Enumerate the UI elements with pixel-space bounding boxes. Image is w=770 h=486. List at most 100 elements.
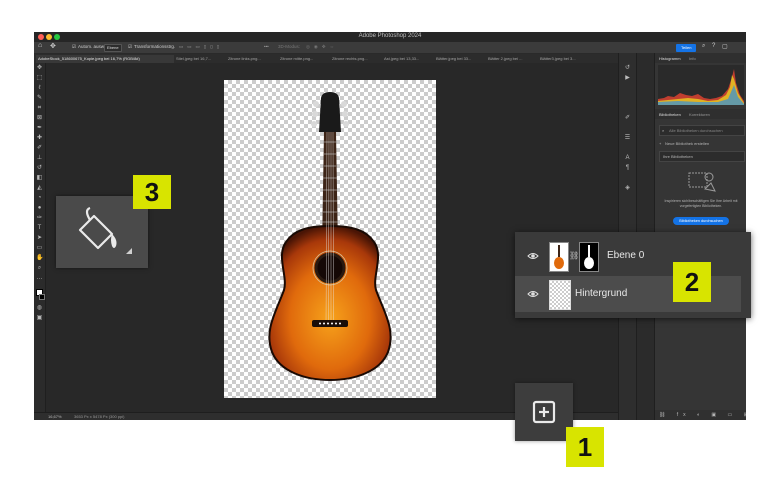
home-icon[interactable]: ⌂	[38, 42, 42, 49]
pen-tool-icon[interactable]: ✑	[36, 215, 43, 221]
tab-document[interactable]: AdobeStock_518600675_Kopie.jpeg bei 16,7…	[36, 55, 174, 63]
layer-name[interactable]: Hintergrund	[575, 288, 627, 299]
tab-histogram[interactable]: Histogramm	[659, 56, 681, 61]
window-title: Adobe Photoshop 2024	[358, 33, 422, 39]
move-tool-icon[interactable]: ✥	[50, 42, 56, 50]
search-icon[interactable]: ⌕	[702, 43, 705, 50]
dodge-tool-icon[interactable]: ●	[36, 205, 43, 211]
plus-icon[interactable]: +	[659, 141, 661, 146]
title-bar: Adobe Photoshop 2024	[34, 32, 746, 42]
histogram-tabs: Histogramm Info	[655, 53, 746, 63]
marquee-tool-icon[interactable]: ⬚	[36, 75, 43, 81]
search-icon: ⌕	[662, 128, 665, 133]
lasso-tool-icon[interactable]: ℓ	[36, 85, 43, 91]
quick-mask-icon[interactable]: ◍	[36, 305, 43, 311]
frame-tool-icon[interactable]: ⊠	[36, 115, 43, 121]
libraries-promo-text: Inspirieren sich/beschäftigen Sie Ihre A…	[664, 199, 738, 208]
eraser-tool-icon[interactable]: ◧	[36, 175, 43, 181]
eyedropper-tool-icon[interactable]: ✒	[36, 125, 43, 131]
badge-2-number: 2	[684, 267, 700, 297]
eye-icon[interactable]	[527, 250, 539, 262]
transform-label: Transformationsstrg.	[134, 44, 176, 49]
badge-1: 1	[566, 427, 604, 467]
layer-thumbnail	[549, 242, 569, 272]
guitar-thumbnail-icon	[554, 245, 564, 269]
badge-1-number: 1	[577, 432, 593, 462]
new-layer-button[interactable]	[515, 383, 573, 441]
document-canvas[interactable]	[224, 80, 436, 398]
layer-footer-icons[interactable]: ⛓ fx ◐ ▣ ▭ ⊞ 🗑	[659, 412, 746, 418]
3d-icons[interactable]: ◎◉✥⇔	[306, 44, 338, 50]
badge-2: 2	[673, 262, 711, 302]
more-tools-icon[interactable]: …	[36, 275, 43, 281]
layers-footer: ⛓ fx ◐ ▣ ▭ ⊞ 🗑	[655, 410, 746, 420]
quick-select-tool-icon[interactable]: ✎	[36, 95, 43, 101]
layer-mask-thumbnail[interactable]	[579, 242, 599, 272]
libraries-illustration-icon	[688, 172, 716, 192]
more-icon[interactable]: •••	[264, 44, 269, 49]
guitar-image	[268, 92, 392, 382]
zoom-tool-icon[interactable]: ⌕	[36, 265, 43, 271]
3d-mode-label: 3D-Modus:	[278, 44, 301, 49]
tab-document[interactable]: Ast.jpeg bei 13,33...	[384, 55, 432, 63]
blur-tool-icon[interactable]: ◔	[36, 195, 43, 201]
move-tool-icon[interactable]: ✥	[36, 65, 43, 71]
shape-tool-icon[interactable]: ▭	[36, 245, 43, 251]
chain-link-icon[interactable]: ⛓	[569, 251, 579, 260]
paint-bucket-tool-icon[interactable]: ◭	[36, 185, 43, 191]
auto-select-checkbox[interactable]: ☑	[72, 44, 76, 50]
share-button[interactable]: Teilen	[676, 44, 697, 52]
libraries-tabs: Bibliotheken Korrekturen	[655, 109, 746, 119]
3d-panel-icon[interactable]: ◈	[624, 185, 631, 191]
tab-document[interactable]: Zitrone rechts.png...	[332, 55, 380, 63]
crop-tool-icon[interactable]: ⌗	[36, 105, 43, 111]
character-icon[interactable]: A	[624, 155, 631, 161]
healing-tool-icon[interactable]: ✚	[36, 135, 43, 141]
tab-document[interactable]: Blätter.jpeg bei 33...	[436, 55, 484, 63]
tab-document[interactable]: Blätter 2.jpeg bei ...	[488, 55, 536, 63]
properties-icon[interactable]: ☰	[624, 135, 631, 141]
badge-3: 3	[133, 175, 171, 209]
tab-libraries[interactable]: Bibliotheken	[659, 112, 681, 117]
transparent-layer-thumbnail	[549, 280, 571, 310]
library-select-value: Ihre Bibliotheken	[663, 154, 693, 159]
tab-document[interactable]: Zitrone mitte.png...	[280, 55, 328, 63]
paragraph-icon[interactable]: ¶	[624, 165, 631, 171]
help-icon[interactable]: ?	[712, 43, 715, 49]
background-color-swatch[interactable]	[39, 294, 45, 300]
hand-tool-icon[interactable]: ✋	[36, 255, 43, 261]
layer-name[interactable]: Ebene 0	[607, 250, 644, 261]
auto-select-label: Autom. ausw.:	[78, 44, 107, 49]
badge-3-number: 3	[144, 177, 160, 207]
browse-libraries-button[interactable]: Bibliotheken durchsuchen	[673, 217, 729, 225]
workspace-icon[interactable]: ▢	[722, 43, 728, 50]
document-info[interactable]: 3653 Px x 5478 Px (300 ppi)	[74, 414, 124, 419]
type-tool-icon[interactable]: T	[36, 225, 43, 231]
histogram-chart	[658, 65, 744, 105]
stamp-tool-icon[interactable]: ⊥	[36, 155, 43, 161]
history-panel-icon[interactable]: ↺	[624, 65, 631, 71]
path-select-tool-icon[interactable]: ➤	[36, 235, 43, 241]
tools-panel: ✥ ⬚ ℓ ✎ ⌗ ⊠ ✒ ✚ ✐ ⊥ ↺ ◧ ◭ ◔ ● ✑ T ➤ ▭ ✋ …	[34, 63, 46, 420]
library-search-input[interactable]: ⌕ Alle Bibliotheken durchsuchen	[659, 125, 745, 136]
new-library-link[interactable]: Neue Bibliothek erstellen	[665, 141, 709, 146]
actions-panel-icon[interactable]: ▶	[624, 75, 631, 81]
tab-info[interactable]: Info	[689, 56, 696, 61]
zoom-level[interactable]: 16,67%	[48, 414, 62, 419]
tab-document[interactable]: Stiel.jpeg bei 16,7...	[176, 55, 224, 63]
align-icons[interactable]: ▭▭▭▯▯▯	[179, 44, 223, 50]
tab-document[interactable]: Zitrone links.png...	[228, 55, 276, 63]
screen-mode-icon[interactable]: ▣	[36, 315, 43, 321]
new-layer-callout	[515, 383, 573, 441]
brush-tool-icon[interactable]: ✐	[36, 145, 43, 151]
eye-icon[interactable]	[527, 288, 539, 300]
library-select[interactable]: Ihre Bibliotheken	[659, 151, 745, 162]
mask-silhouette-icon	[584, 245, 594, 269]
library-search-placeholder: Alle Bibliotheken durchsuchen	[669, 128, 723, 133]
history-brush-icon[interactable]: ↺	[36, 165, 43, 171]
tab-adjustments[interactable]: Korrekturen	[689, 112, 710, 117]
brush-settings-icon[interactable]: ✐	[624, 115, 631, 121]
transform-checkbox[interactable]: ☑	[128, 44, 132, 50]
tab-document[interactable]: Blätter3.jpeg bei 3...	[540, 55, 588, 63]
auto-select-dropdown[interactable]: Ebene	[104, 44, 122, 52]
